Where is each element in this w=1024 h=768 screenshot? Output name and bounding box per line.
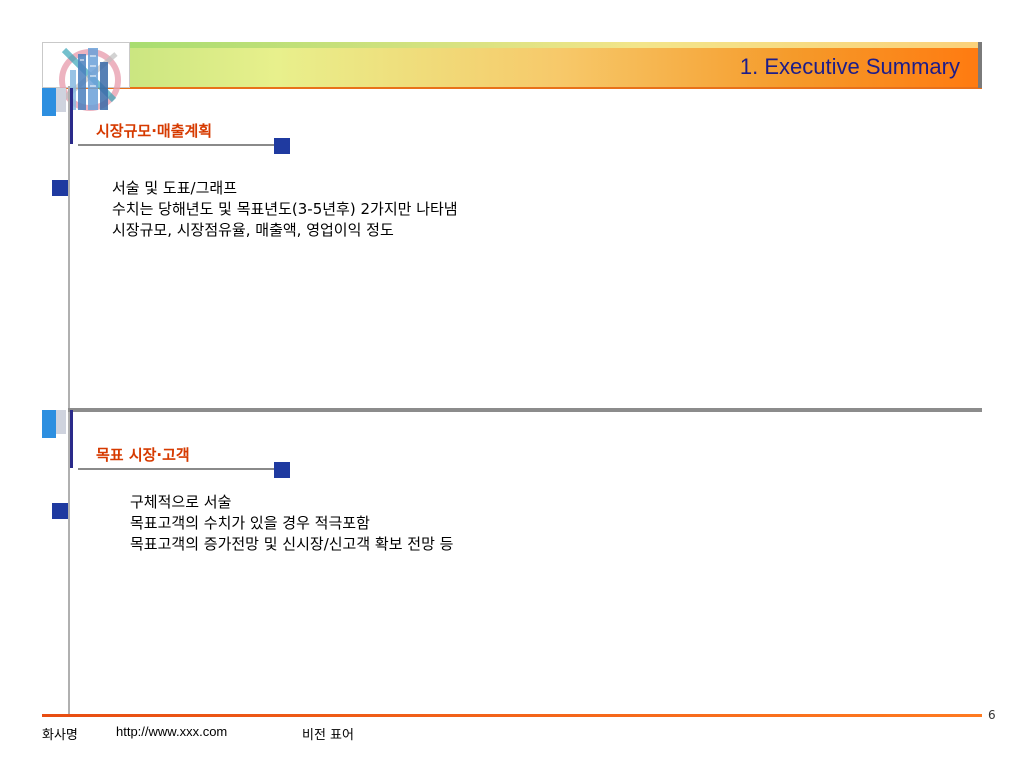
page-number: 6: [988, 708, 996, 722]
section-body: 구체적으로 서술 목표고객의 수치가 있을 경우 적극포함 목표고객의 증가전망…: [130, 492, 453, 555]
footer-company: 화사명: [42, 728, 78, 743]
section-marker-shadow: [56, 88, 66, 112]
header-right-edge: [978, 42, 982, 88]
footer-line: [42, 714, 982, 717]
section-body: 서술 및 도표/그래프 수치는 당해년도 및 목표년도(3-5년후) 2가지만 …: [112, 178, 458, 241]
bullet-square: [52, 180, 68, 196]
section-divider: [68, 408, 982, 412]
body-line: 시장규모, 시장점유율, 매출액, 영업이익 정도: [112, 221, 394, 239]
section-bracket: [70, 88, 73, 144]
body-line: 목표고객의 수치가 있을 경우 적극포함: [130, 514, 370, 532]
section-marker-light: [42, 88, 56, 116]
body-line: 수치는 당해년도 및 목표년도(3-5년후) 2가지만 나타냄: [112, 200, 458, 218]
section-title-underline: [78, 468, 274, 470]
body-line: 구체적으로 서술: [130, 493, 232, 511]
bullet-square: [52, 503, 68, 519]
section-title: 시장규모·매출계획: [96, 122, 213, 140]
header-bar-highlight: [130, 42, 982, 48]
section-marker-shadow: [56, 410, 66, 434]
page-title: 1. Executive Summary: [739, 54, 960, 79]
body-line: 목표고객의 증가전망 및 신시장/신고객 확보 전망 등: [130, 535, 454, 553]
building-logo-icon: [59, 47, 121, 111]
section-bracket: [70, 410, 73, 468]
body-line: 서술 및 도표/그래프: [112, 179, 237, 197]
section-title-square: [274, 462, 290, 478]
footer-vision: 비전 표어: [302, 728, 354, 743]
section-marker-light: [42, 410, 56, 438]
left-guide-line: [68, 86, 70, 716]
section-title-square: [274, 138, 290, 154]
footer-url[interactable]: http://www.xxx.com: [116, 724, 227, 739]
section-title: 목표 시장·고객: [96, 446, 190, 464]
section-title-underline: [78, 144, 274, 146]
